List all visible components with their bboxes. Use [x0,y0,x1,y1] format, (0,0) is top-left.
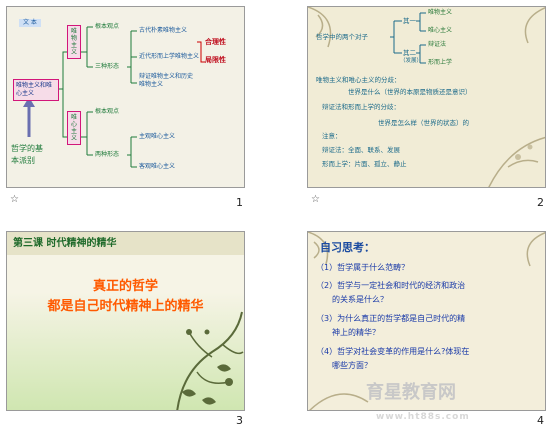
slide2-p7: 形而上学：片面、孤立、静止 [322,160,407,168]
slide1-objective: 客观唯心主义 [139,163,176,170]
slide2-p1: 唯物主义和唯心主义的分歧： [316,76,401,84]
slide1-vbox-materialism: 唯物主义 [67,25,81,59]
slide2-line-two-note: （发展） [400,58,423,64]
slide2-number: 2 [537,196,544,209]
slide2-p2: 世界是什么（世界的本原是物质还是意识） [348,88,472,96]
watermark-logo: 育星教育网 [366,382,456,403]
slide2-star-icon: ☆ [311,194,320,205]
slide-thumbnail-4[interactable]: 自习思考： （1）哲学属于什么范畴？ （2）哲学与一定社会和时代的经济和政治 的… [307,231,546,411]
slide2-p6: 辩证法：全面、联系、发展 [322,146,400,154]
slide1-left-bottom-1: 哲学的基 [11,144,43,153]
slide4-q4b: 哪些方面？ [332,361,372,370]
slide2-p3: 辩证法和形而上学的分歧： [322,103,400,111]
slide2-metaphysics: 形而上学 [428,59,453,66]
slide4-q1: （1）哲学属于什么范畴？ [316,263,410,272]
slide3-line2: 都是自己时代精神上的精华 [47,299,204,314]
slide1-two-forms: 两种形态 [95,151,120,158]
slide3-decor [7,292,244,410]
slide1-left-box: 唯物主义和唯心主义 [13,79,59,101]
slide1-three-forms: 三种形态 [95,63,120,70]
slide1-subjective: 主观唯心主义 [139,133,176,140]
slide2-materialism: 唯物主义 [428,9,453,16]
slide4-q3b: 神上的精华？ [332,328,380,337]
slide2-p4: 世界是怎么样（世界的状态）的 [378,119,469,127]
slide-thumbnail-2[interactable]: 哲学中的两个对子 其一 唯物主义 唯心主义 其二 （发展） 辩证法 形而上学 唯… [307,6,546,188]
slide2-idealism: 唯心主义 [428,27,453,34]
slide2-line-two: 其二 [403,49,416,57]
slide1-modern: 近代形而上学唯物主义 [139,53,200,60]
slide2-p5: 注意： [322,132,342,140]
slide1-top-label: 文 本 [19,19,41,27]
slide1-vbox-idealism: 唯心主义 [67,111,81,145]
slide3-number: 3 [236,414,243,427]
watermark-url: www.ht88s.com [376,412,470,422]
slide1-left-bottom-2: 本派别 [11,156,35,165]
slide4-q3a: （3）为什么真正的哲学都是自己时代的精 [316,314,466,323]
slide1-basic-view-1: 根本观点 [95,23,120,30]
slide4-heading: 自习思考： [320,241,375,254]
slide1-basic-view-2: 根本观点 [95,108,120,115]
slide1-limited: 局限性 [205,56,226,64]
slide4-q2b: 的关系是什么？ [332,295,388,304]
slide2-dialectics: 辩证法 [428,41,447,48]
slide2-line-one: 其一 [403,17,416,25]
slide1-dialectic: 辩证唯物主义和历史唯物主义 [139,73,194,88]
slide3-line1: 真正的哲学 [92,279,158,294]
slide1-number: 1 [236,196,243,209]
slide1-reasonable: 合理性 [205,38,226,46]
slide1-ancient: 古代朴素唯物主义 [139,27,188,34]
slide-thumbnail-1[interactable]: 文 本 唯物主义和唯心主义 哲学的基 本派别 唯物主义 唯心主义 根本观点 三种… [6,6,245,188]
slide4-number: 4 [537,414,544,427]
slide4-q4a: （4）哲学对社会变革的作用是什么?体现在 [316,347,470,356]
slide1-star-icon: ☆ [10,194,19,205]
slide2-center: 哲学中的两个对子 [316,33,368,41]
slide-thumbnail-3[interactable]: 第三课 时代精神的精华 真正的哲学 都是自己时代精神上的精华 [6,231,245,411]
slide4-q2a: （2）哲学与一定社会和时代的经济和政治 [316,281,466,290]
